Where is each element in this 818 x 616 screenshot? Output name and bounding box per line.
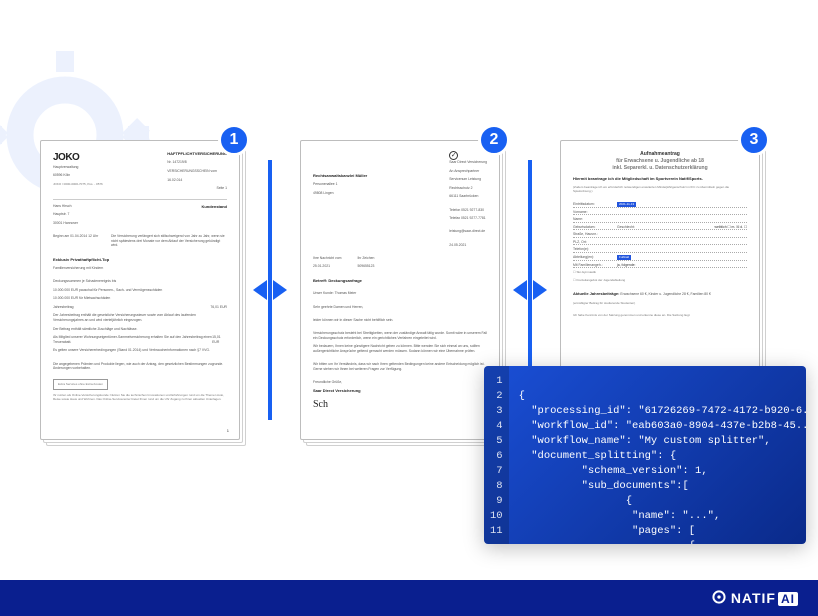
code-content: { "processing_id": "61726269-7472-4172-b… <box>509 366 806 544</box>
badge-3: 3 <box>738 124 770 156</box>
document-page-1: JOKO Hauptverwaltung 60596 Köln JOKO / 0… <box>40 140 240 440</box>
doc1-logo: JOKO <box>53 151 103 165</box>
arrow-right-icon <box>273 280 287 300</box>
footer-bar: NATIFAI <box>0 580 818 616</box>
code-output-block: 1 2 3 4 5 6 7 8 9 10 11 { "processing_id… <box>484 366 806 544</box>
diagram-canvas: JOKO Hauptverwaltung 60596 Köln JOKO / 0… <box>0 0 818 616</box>
signature: Sch <box>313 398 487 412</box>
splitter-1 <box>253 160 287 420</box>
badge-2: 2 <box>478 124 510 156</box>
arrow-left-icon <box>253 280 267 300</box>
document-stack-2: Rechtsanwaltskanzlei Müller Personenalle… <box>300 140 500 440</box>
footer-logo-icon <box>712 590 726 604</box>
arrow-left-icon <box>513 280 527 300</box>
document-page-2: Rechtsanwaltskanzlei Müller Personenalle… <box>300 140 500 440</box>
footer-logo: NATIFAI <box>712 590 798 606</box>
checkmark-icon: ✓ <box>449 151 458 160</box>
arrow-right-icon <box>533 280 547 300</box>
document-stack-1: JOKO Hauptverwaltung 60596 Köln JOKO / 0… <box>40 140 240 440</box>
badge-1: 1 <box>218 124 250 156</box>
code-line-numbers: 1 2 3 4 5 6 7 8 9 10 11 <box>484 366 509 544</box>
